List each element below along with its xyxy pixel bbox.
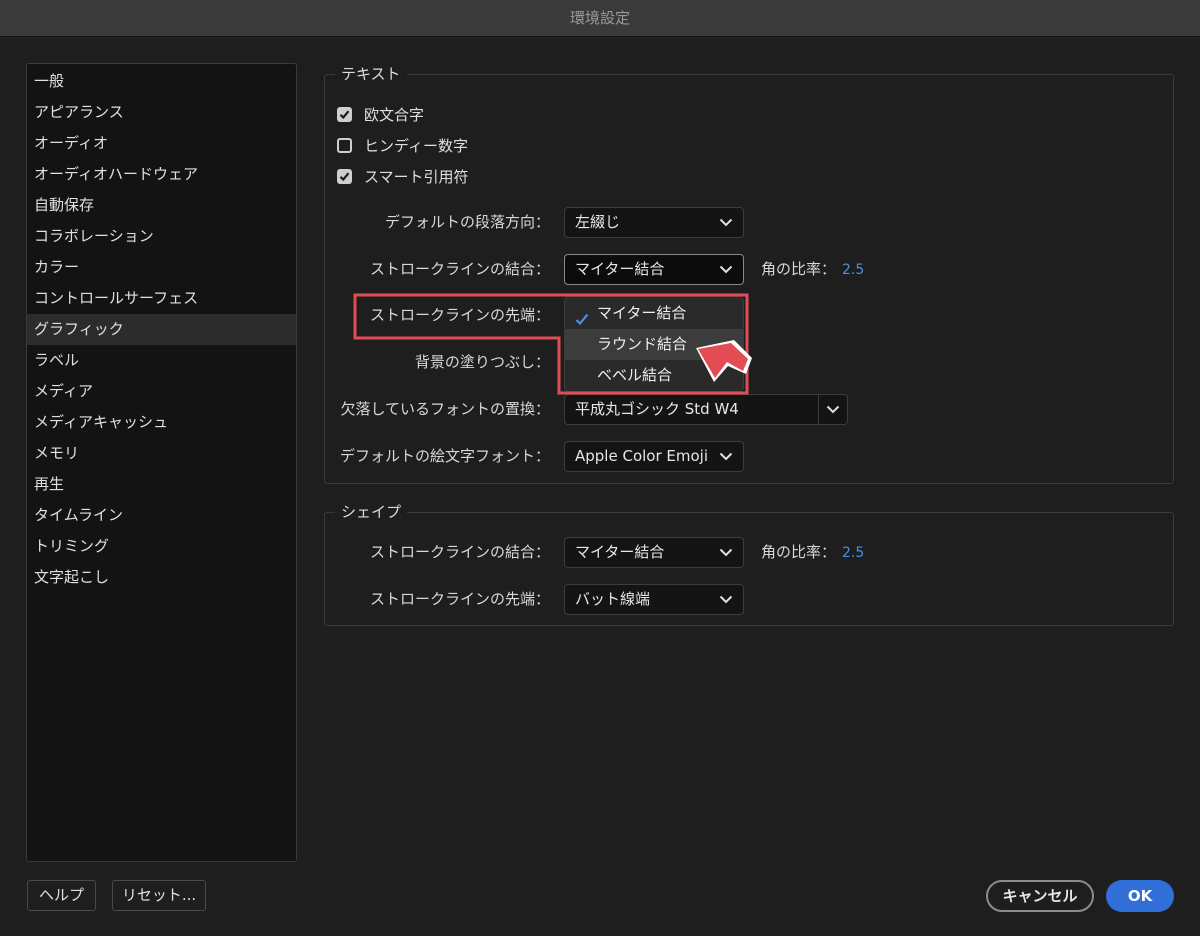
window-title: 環境設定 [569,9,630,27]
emoji-font-label: デフォルトの絵文字フォント： [339,447,550,465]
stroke-join-label: ストロークラインの結合： [369,260,550,278]
background-fill-label: 背景の塗りつぶし： [414,353,550,371]
reset-button[interactable]: リセット... [112,880,206,911]
smart-quotes-checkbox[interactable] [337,168,352,184]
chevron-down-icon [719,442,733,471]
hindi-digits-row[interactable]: ヒンディー数字 [337,134,468,156]
sidebar-item-audio[interactable]: オーディオ [27,128,296,159]
emoji-font-value: Apple Color Emoji [575,447,709,465]
menu-item-label: ラウンド結合 [597,335,688,353]
chevron-down-icon[interactable] [818,395,847,424]
menu-item-round-join[interactable]: ラウンド結合 [565,329,743,360]
chevron-down-icon [719,208,733,237]
sidebar-item-playback[interactable]: 再生 [27,469,296,500]
shape-stroke-cap-label: ストロークラインの先端： [369,590,550,608]
sidebar-item-timeline[interactable]: タイムライン [27,500,296,531]
miter-ratio-label: 角の比率： [761,260,837,278]
smart-quotes-row[interactable]: スマート引用符 [337,165,469,187]
paragraph-direction-select[interactable]: 左綴じ [564,207,744,238]
shape-stroke-join-label: ストロークラインの結合： [369,543,550,561]
chevron-down-icon [719,255,733,284]
missing-font-select[interactable]: 平成丸ゴシック Std W4 [564,394,848,425]
missing-font-value: 平成丸ゴシック Std W4 [575,400,739,418]
ligatures-row[interactable]: 欧文合字 [337,103,424,125]
shape-stroke-join-select[interactable]: マイター結合 [564,537,744,568]
shape-miter-ratio-value[interactable]: 2.5 [842,543,864,563]
sidebar-item-general[interactable]: 一般 [27,66,296,97]
shape-stroke-cap-value: バット線端 [575,590,651,608]
stroke-join-select[interactable]: マイター結合 [564,254,744,285]
ligatures-checkbox[interactable] [337,106,352,122]
miter-ratio-value[interactable]: 2.5 [842,260,864,280]
chevron-down-icon [719,585,733,614]
hindi-digits-checkbox[interactable] [337,137,352,153]
missing-font-label: 欠落しているフォントの置換： [340,400,550,418]
hindi-digits-label: ヒンディー数字 [364,136,468,155]
stroke-join-value: マイター結合 [575,260,665,278]
menu-item-label: マイター結合 [597,304,687,322]
cancel-button[interactable]: キャンセル [986,880,1094,912]
paragraph-direction-value: 左綴じ [575,213,621,231]
stroke-cap-label: ストロークラインの先端： [369,306,550,324]
menu-item-label: ベベル結合 [597,366,673,384]
ok-button[interactable]: OK [1106,880,1174,912]
stroke-cap-dropdown-menu: マイター結合 ラウンド結合 ベベル結合 [564,296,744,392]
text-group-title: テキスト [335,63,407,85]
chevron-down-icon [719,538,733,567]
shape-stroke-cap-select[interactable]: バット線端 [564,584,744,615]
smart-quotes-label: スマート引用符 [364,167,469,186]
emoji-font-select[interactable]: Apple Color Emoji [564,441,744,472]
sidebar-item-appearance[interactable]: アピアランス [27,97,296,128]
help-button[interactable]: ヘルプ [27,880,96,911]
window-titlebar: 環境設定 [0,0,1200,37]
shape-group-title: シェイプ [335,501,408,523]
ligatures-label: 欧文合字 [364,105,425,124]
menu-item-bevel-join[interactable]: ベベル結合 [565,360,743,391]
shape-miter-ratio-label: 角の比率： [761,543,837,561]
paragraph-direction-label: デフォルトの段落方向： [384,213,550,231]
shape-stroke-join-value: マイター結合 [575,543,665,561]
sidebar-item-audio-hardware[interactable]: オーディオハードウェア [27,159,296,190]
menu-item-miter-join[interactable]: マイター結合 [565,298,743,329]
